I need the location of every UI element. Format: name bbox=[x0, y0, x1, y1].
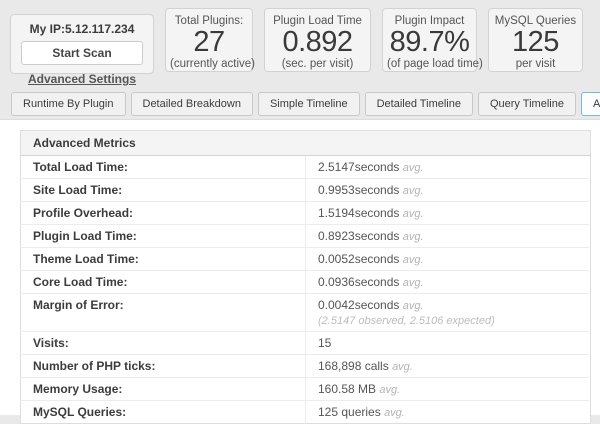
stat-subtitle: (currently active) bbox=[170, 58, 248, 70]
advanced-settings-link[interactable]: Advanced Settings bbox=[28, 72, 136, 86]
stat-box-mysql-queries: MySQL Queries125per visit bbox=[488, 8, 583, 72]
metric-label: Theme Load Time: bbox=[21, 248, 306, 271]
tab-query-timeline[interactable]: Query Timeline bbox=[478, 92, 576, 116]
metric-avg-suffix: avg. bbox=[403, 162, 424, 174]
metric-row-total-load-time: Total Load Time:2.5147seconds avg. bbox=[21, 156, 591, 179]
scan-box: My IP:5.12.117.234 Start Scan Advanced S… bbox=[10, 14, 154, 74]
stat-value: 0.892 bbox=[269, 28, 366, 57]
start-scan-button[interactable]: Start Scan bbox=[21, 41, 143, 65]
metric-value: 0.0936seconds bbox=[318, 275, 399, 289]
stat-value: 125 bbox=[493, 28, 578, 57]
metric-value-cell: 0.0042seconds avg. (2.5147 observed, 2.51… bbox=[306, 294, 591, 332]
table-header-title: Advanced Metrics bbox=[21, 131, 591, 156]
stats-row: My IP:5.12.117.234 Start Scan Advanced S… bbox=[0, 0, 600, 74]
metric-value-cell: 2.5147seconds avg. bbox=[306, 156, 591, 179]
tab-runtime-by-plugin[interactable]: Runtime By Plugin bbox=[11, 92, 126, 116]
metric-value: 1.5194seconds bbox=[318, 206, 399, 220]
stat-value: 89.7% bbox=[387, 28, 472, 57]
stat-subtitle: (sec. per visit) bbox=[269, 58, 366, 70]
metric-value: 0.9953seconds bbox=[318, 183, 399, 197]
metric-avg-suffix: avg. bbox=[403, 231, 424, 243]
metric-row-visits: Visits: 15 bbox=[21, 332, 591, 355]
metric-label: Site Load Time: bbox=[21, 179, 306, 202]
metric-avg-suffix: avg. bbox=[403, 300, 424, 312]
metric-avg-suffix: avg. bbox=[379, 384, 400, 396]
metric-row-margin-of-error: Margin of Error: 0.0042seconds avg. (2.514… bbox=[21, 294, 591, 332]
metric-avg-suffix: avg. bbox=[403, 208, 424, 220]
metric-label: Core Load Time: bbox=[21, 271, 306, 294]
metric-row-memory-usage: Memory Usage:160.58 MB avg. bbox=[21, 378, 591, 401]
tab-advanced-metrics[interactable]: Advanced Metrics bbox=[581, 92, 600, 116]
stat-subtitle: (of page load time) bbox=[387, 58, 472, 70]
metric-value-cell: 1.5194seconds avg. bbox=[306, 202, 591, 225]
metric-label: Plugin Load Time: bbox=[21, 225, 306, 248]
stat-value: 27 bbox=[170, 28, 248, 57]
p3-profiler-page: My IP:5.12.117.234 Start Scan Advanced S… bbox=[0, 0, 600, 415]
metric-value-cell: 0.9953seconds avg. bbox=[306, 179, 591, 202]
metric-value-cell: 160.58 MB avg. bbox=[306, 378, 591, 401]
metric-row-mysql-queries: MySQL Queries:125 queries avg. bbox=[21, 401, 591, 424]
tab-simple-timeline[interactable]: Simple Timeline bbox=[258, 92, 360, 116]
metric-note: (2.5147 observed, 2.5106 expected) bbox=[318, 315, 578, 327]
metric-value: 2.5147seconds bbox=[318, 160, 399, 174]
tab-detailed-breakdown[interactable]: Detailed Breakdown bbox=[131, 92, 253, 116]
metric-value-cell: 168,898 calls avg. bbox=[306, 355, 591, 378]
metric-row-plugin-load-time: Plugin Load Time:0.8923seconds avg. bbox=[21, 225, 591, 248]
metric-label: Number of PHP ticks: bbox=[21, 355, 306, 378]
metric-label: Total Load Time: bbox=[21, 156, 306, 179]
metric-row-number-of-php-ticks: Number of PHP ticks:168,898 calls avg. bbox=[21, 355, 591, 378]
metric-value-cell: 0.0052seconds avg. bbox=[306, 248, 591, 271]
metric-value: 0.8923seconds bbox=[318, 229, 399, 243]
metric-avg-suffix: avg. bbox=[392, 361, 413, 373]
metric-value-cell: 0.0936seconds avg. bbox=[306, 271, 591, 294]
stat-subtitle: per visit bbox=[493, 58, 578, 70]
table-header-row: Advanced Metrics bbox=[21, 131, 591, 156]
metric-label: MySQL Queries: bbox=[21, 401, 306, 424]
content-panel: Advanced Metrics Total Load Time:2.5147s… bbox=[0, 119, 600, 415]
metric-value: 168,898 calls bbox=[318, 359, 389, 373]
metric-label: Profile Overhead: bbox=[21, 202, 306, 225]
metric-row-theme-load-time: Theme Load Time:0.0052seconds avg. bbox=[21, 248, 591, 271]
tab-bar: Runtime By PluginDetailed BreakdownSimpl… bbox=[11, 92, 600, 116]
metric-value-cell: 15 bbox=[306, 332, 591, 355]
metric-value-cell: 0.8923seconds avg. bbox=[306, 225, 591, 248]
metric-label: Margin of Error: bbox=[21, 294, 306, 332]
metric-avg-suffix: avg. bbox=[403, 254, 424, 266]
my-ip-label: My IP:5.12.117.234 bbox=[17, 22, 147, 36]
tab-detailed-timeline[interactable]: Detailed Timeline bbox=[365, 92, 473, 116]
metric-label: Visits: bbox=[21, 332, 306, 355]
metric-value: 160.58 MB bbox=[318, 382, 376, 396]
stat-box-plugin-impact: Plugin Impact89.7%(of page load time) bbox=[382, 8, 477, 72]
stat-box-plugin-load-time: Plugin Load Time0.892(sec. per visit) bbox=[264, 8, 371, 72]
metric-label: Memory Usage: bbox=[21, 378, 306, 401]
metric-value: 0.0042seconds bbox=[318, 298, 399, 312]
advanced-metrics-table: Advanced Metrics Total Load Time:2.5147s… bbox=[20, 130, 591, 424]
metric-avg-suffix: avg. bbox=[384, 407, 405, 419]
metric-row-site-load-time: Site Load Time:0.9953seconds avg. bbox=[21, 179, 591, 202]
metric-value-cell: 125 queries avg. bbox=[306, 401, 591, 424]
metric-avg-suffix: avg. bbox=[403, 185, 424, 197]
metric-value: 125 queries bbox=[318, 405, 381, 419]
metric-avg-suffix: avg. bbox=[403, 277, 424, 289]
metric-row-profile-overhead: Profile Overhead:1.5194seconds avg. bbox=[21, 202, 591, 225]
metric-value: 0.0052seconds bbox=[318, 252, 399, 266]
stat-box-total-plugins: Total Plugins:27(currently active) bbox=[165, 8, 253, 72]
metric-value: 15 bbox=[318, 336, 331, 350]
metric-row-core-load-time: Core Load Time:0.0936seconds avg. bbox=[21, 271, 591, 294]
